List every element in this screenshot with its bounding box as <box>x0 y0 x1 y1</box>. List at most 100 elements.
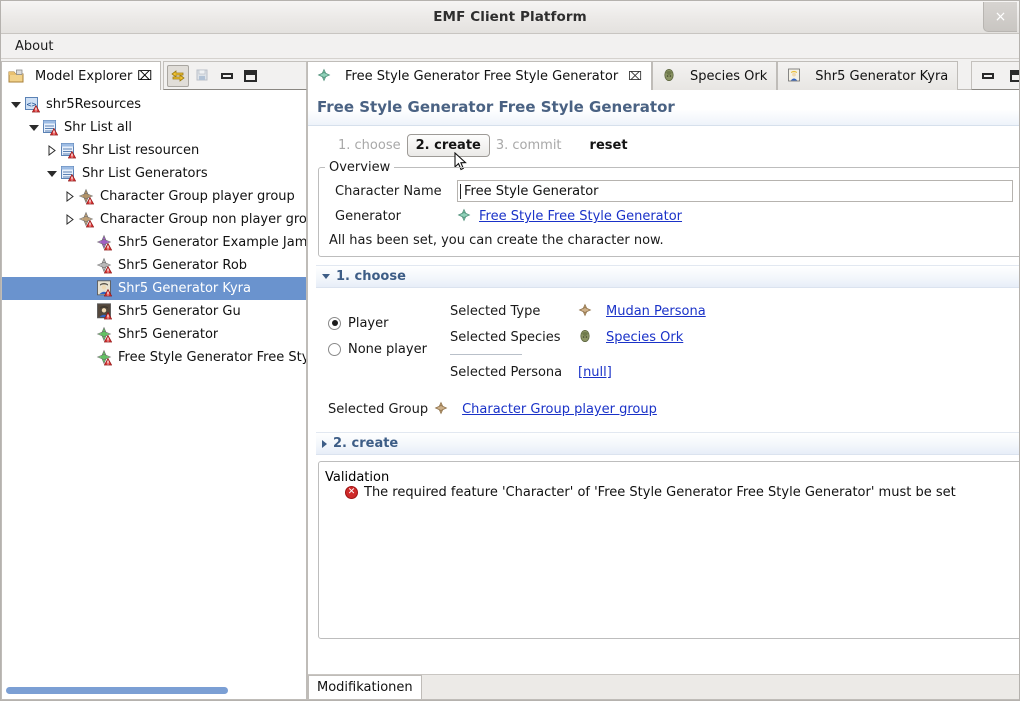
chevron-right-icon[interactable] <box>62 208 78 231</box>
wizard-step-choose[interactable]: 1. choose <box>332 135 407 156</box>
editor-tab-label: Free Style Generator Free Style Generato… <box>345 68 619 84</box>
diamond-icon <box>457 208 475 225</box>
tree-item-label: Free Style Generator Free Style Generato… <box>118 350 306 365</box>
minimize-icon[interactable] <box>978 65 998 87</box>
maximize-icon[interactable] <box>1006 65 1019 87</box>
save-icon <box>192 65 214 87</box>
chevron-right-icon[interactable] <box>62 185 78 208</box>
radio-none-player-label: None player <box>348 341 427 357</box>
maximize-icon[interactable] <box>240 65 260 87</box>
chevron-down-icon[interactable] <box>8 93 24 116</box>
editor-tab-filler <box>958 61 971 90</box>
model-tree[interactable]: <> shr5Resources Shr List all Shr List r… <box>1 90 307 700</box>
page-title: Free Style Generator Free Style Generato… <box>308 90 1019 126</box>
tree-item[interactable]: <> shr5Resources <box>2 93 306 116</box>
validation-message: ✕ The required feature 'Character' of 'F… <box>325 485 1015 500</box>
selected-species-link[interactable]: Species Ork <box>606 330 683 345</box>
portrait-icon <box>787 68 805 85</box>
window-close-button[interactable]: × <box>983 2 1017 32</box>
generator-row: Generator Free Style Free Style Generato… <box>335 208 1013 225</box>
wizard-step-commit[interactable]: 3. commit <box>490 135 568 156</box>
model-explorer-icon <box>8 68 26 85</box>
menu-item-about[interactable]: About <box>10 37 58 56</box>
selected-type-link[interactable]: Mudan Persona <box>606 304 706 319</box>
section-title-choose: 1. choose <box>336 269 406 284</box>
close-icon[interactable]: ⌧ <box>137 69 152 84</box>
section-header-create[interactable]: 2. create <box>316 432 1019 455</box>
overview-help-text: All has been set, you can create the cha… <box>329 233 664 248</box>
radio-button-icon <box>328 342 341 356</box>
tree-item-label: Shr5 Generator Gu <box>118 304 241 319</box>
species-icon <box>578 329 596 346</box>
character-name-input[interactable]: Free Style Generator <box>457 180 1013 202</box>
link-with-editor-icon[interactable] <box>167 64 190 87</box>
editor-tab-species-ork[interactable]: Species Ork <box>652 61 778 90</box>
editor-tab-shr5-generator-kyra[interactable]: Shr5 Generator Kyra <box>777 61 959 90</box>
diamond-icon <box>434 401 452 418</box>
wizard-step-create[interactable]: 2. create <box>406 134 490 157</box>
selected-species-row: Selected Species Species Ork <box>450 324 706 350</box>
list-icon <box>60 142 78 159</box>
tree-item-label: Shr List all <box>64 120 133 135</box>
minimize-icon[interactable] <box>217 65 237 87</box>
tree-item-label: shr5Resources <box>46 97 142 112</box>
selected-persona-link[interactable]: [null] <box>578 365 612 380</box>
tree-item[interactable]: Shr List all <box>2 116 306 139</box>
diamond-icon <box>317 68 335 85</box>
close-icon[interactable]: ⌧ <box>628 69 642 83</box>
generator-link[interactable]: Free Style Free Style Generator <box>479 209 682 224</box>
selected-type-row: Selected Type Mudan Persona <box>450 298 706 324</box>
tree-item[interactable]: Shr5 Generator <box>2 323 306 346</box>
tree-item[interactable]: Shr List resourcen <box>2 139 306 162</box>
diamond-icon <box>96 257 114 274</box>
editor-area: Free Style Generator Free Style Generato… <box>307 60 1019 700</box>
selection-table: Selected Type Mudan Persona Selected Spe… <box>450 298 706 385</box>
generator-label: Generator <box>335 209 402 224</box>
validation-group: Validation ✕ The required feature 'Chara… <box>318 461 1019 639</box>
tree-item[interactable]: Shr5 Generator Gu <box>2 300 306 323</box>
tree-item[interactable]: Shr5 Generator Kyra <box>2 277 306 300</box>
editor-tab-label: Shr5 Generator Kyra <box>815 68 949 84</box>
section-header-choose[interactable]: 1. choose <box>316 265 1019 288</box>
model-explorer-tabrow: Model Explorer ⌧ <box>1 60 307 90</box>
tree-item[interactable]: Shr List Generators <box>2 162 306 185</box>
selected-group-label: Selected Group <box>328 402 429 417</box>
radio-none-player[interactable]: None player <box>328 336 450 362</box>
tree-horizontal-scrollbar[interactable] <box>6 687 228 694</box>
chevron-right-icon <box>322 439 327 448</box>
bottom-tab-modifikationen[interactable]: Modifikationen <box>308 675 422 699</box>
tree-item-label: Shr List Generators <box>82 166 208 181</box>
radio-button-icon <box>328 316 341 330</box>
selected-group-link[interactable]: Character Group player group <box>462 402 657 417</box>
view-tab-model-explorer[interactable]: Model Explorer ⌧ <box>1 61 162 90</box>
tree-item[interactable]: Free Style Generator Free Style Generato… <box>2 346 306 369</box>
tree-item[interactable]: Shr5 Generator Rob <box>2 254 306 277</box>
chevron-down-icon[interactable] <box>44 162 60 185</box>
tree-item[interactable]: Character Group non player group <box>2 208 306 231</box>
window-titlebar: EMF Client Platform × <box>1 1 1019 34</box>
diamond-icon <box>96 234 114 251</box>
radio-player[interactable]: Player <box>328 310 450 336</box>
tree-item[interactable]: Shr5 Generator Example James <box>2 231 306 254</box>
portrait-icon <box>96 303 114 320</box>
editor-tab-free-style-generator[interactable]: Free Style Generator Free Style Generato… <box>307 61 652 90</box>
selected-group-row: Selected Group Character Group player gr… <box>328 401 1019 418</box>
tree-item[interactable]: Character Group player group <box>2 185 306 208</box>
chevron-right-icon[interactable] <box>44 139 60 162</box>
character-name-value: Free Style Generator <box>464 183 599 199</box>
resource-icon: <> <box>24 96 42 113</box>
selected-type-label: Selected Type <box>450 303 541 319</box>
workbench: Model Explorer ⌧ <> shr5Resources Shr Li… <box>1 60 1019 700</box>
wizard-steps: 1. choose 2. create 3. commit reset <box>308 126 1019 171</box>
chevron-down-icon[interactable] <box>26 116 42 139</box>
diamond-icon <box>78 211 96 228</box>
list-icon <box>60 165 78 182</box>
reset-button[interactable]: reset <box>584 135 634 156</box>
tree-item-label: Character Group non player group <box>100 212 306 227</box>
window-title: EMF Client Platform <box>433 9 587 25</box>
tree-item-label: Shr5 Generator Kyra <box>118 281 251 296</box>
